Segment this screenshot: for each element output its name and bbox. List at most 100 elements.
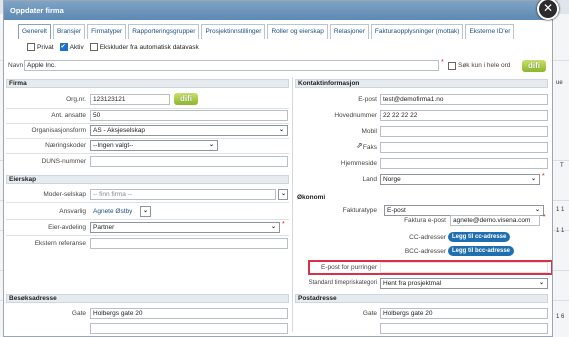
- privat-checkbox[interactable]: [27, 43, 35, 51]
- chevron-down-icon: ⌄: [534, 207, 540, 213]
- epost-input[interactable]: test@demofirma1.no: [380, 94, 548, 105]
- besok-section-header: Besøksadresse: [6, 294, 289, 303]
- cc-label: CC-adresser: [409, 234, 446, 241]
- timepris-value: Hent fra prosjektmal: [383, 280, 442, 287]
- dialog-title-bar: Oppdater firma: [4, 1, 552, 20]
- tab-rapporteringsgrupper[interactable]: Rapporteringsgrupper: [128, 24, 200, 39]
- land-select[interactable]: Norge ⌄: [380, 174, 540, 185]
- hovednr-input[interactable]: 22 22 22 22: [380, 110, 548, 121]
- hjemmeside-input[interactable]: [380, 158, 548, 169]
- row-divider: [6, 202, 289, 203]
- ansatte-label: Ant. ansatte: [51, 112, 86, 119]
- naering-value: --Ingen valgt--: [93, 142, 134, 149]
- moder-label: Moder-selskap: [43, 191, 86, 198]
- navn-input[interactable]: Apple Inc.: [24, 60, 439, 71]
- tab-bar: Generelt Bransjer Firmatyper Rapporterin…: [18, 24, 516, 39]
- moder-dropdown-button[interactable]: ⌄: [278, 189, 288, 200]
- dialog-title: Oppdater firma: [10, 6, 64, 15]
- tab-fakturaopplysninger[interactable]: Fakturaopplysninger (mottak): [370, 24, 464, 39]
- purringer-label: E-post for purringer: [321, 264, 377, 271]
- timepris-label: Standard timepriskategori: [308, 280, 377, 286]
- post-gate-input[interactable]: Holbergs gate 20: [380, 308, 548, 319]
- besok-gate-input[interactable]: Holbergs gate 20: [90, 308, 288, 319]
- tab-firmatyper[interactable]: Firmatyper: [87, 24, 127, 39]
- faks-input[interactable]: [380, 142, 548, 153]
- ansatte-input[interactable]: 50: [90, 110, 288, 121]
- duns-label: DUNS-nummer: [41, 158, 86, 165]
- ansvarlig-dropdown-button[interactable]: ⌄: [140, 206, 151, 217]
- post-gate2-input[interactable]: [380, 323, 548, 334]
- duns-input[interactable]: [90, 156, 288, 167]
- row-divider: [6, 123, 289, 124]
- ekstern-label: Ekstern referanse: [34, 240, 86, 247]
- row-divider: [6, 235, 289, 236]
- column-divider: [292, 77, 293, 332]
- ekskluder-checkbox[interactable]: [89, 43, 98, 51]
- row-divider: [6, 138, 289, 139]
- fakturatype-label: Fakturatype: [342, 207, 377, 214]
- orgform-value: AS - Aksjeselskap: [93, 127, 146, 134]
- aktiv-label: Aktiv: [69, 43, 84, 51]
- row-divider: [6, 153, 289, 154]
- purringer-input[interactable]: [380, 262, 548, 273]
- background-text: 1 6: [556, 314, 565, 320]
- orgnr-input[interactable]: 123123121: [90, 94, 170, 105]
- tab-roller-og-eierskap[interactable]: Roller og eierskap: [267, 24, 328, 39]
- chevron-down-icon: ⌄: [270, 224, 276, 230]
- ekskluder-label: Ekskluder fra automatisk datavask: [99, 43, 199, 51]
- ansvarlig-link[interactable]: Agnete Østby: [93, 208, 132, 215]
- mobil-input[interactable]: [380, 126, 548, 137]
- orgform-select[interactable]: AS - Aksjeselskap ⌄: [90, 125, 288, 136]
- moder-input[interactable]: -- finn firma --: [90, 189, 276, 200]
- post-section-header: Postadresse: [295, 294, 548, 303]
- chevron-down-icon: ⌄: [142, 208, 148, 214]
- hjemmeside-label: Hjemmeside: [340, 160, 377, 167]
- sok-checkbox[interactable]: [448, 62, 456, 70]
- besok-gate-label: Gate: [71, 310, 86, 317]
- tab-generelt[interactable]: Generelt: [18, 24, 51, 39]
- orgform-label: Organisasjonsform: [31, 127, 86, 134]
- eieravd-select[interactable]: Partner ⌄: [90, 222, 280, 233]
- tab-prosjektinnstillinger[interactable]: Prosjektinnstillinger: [201, 24, 266, 39]
- faktura-epost-input[interactable]: agnete@demo.visena.com: [450, 215, 540, 226]
- faks-label: Faks: [362, 144, 377, 151]
- update-company-dialog: Oppdater firma Generelt Bransjer Firmaty…: [3, 0, 553, 337]
- ansvarlig-label: Ansvarlig: [59, 208, 86, 215]
- ekstern-input[interactable]: [90, 238, 288, 249]
- chevron-down-icon: ⌄: [208, 142, 214, 148]
- background-text: 1 1: [556, 228, 565, 234]
- orgnr-label: Org.nr.: [66, 96, 86, 103]
- naering-label: Næringskoder: [45, 142, 86, 149]
- timepris-select[interactable]: Hent fra prosjektmal ⌄: [380, 278, 548, 289]
- bcc-label: BCC-adresser: [404, 248, 446, 255]
- difi-button[interactable]: difi: [522, 60, 546, 72]
- required-marker: *: [282, 221, 285, 228]
- chevron-down-icon: ⌄: [280, 191, 286, 197]
- tab-bransjer[interactable]: Bransjer: [52, 24, 86, 39]
- status-checkboxes: Privat Aktiv Ekskluder fra automatisk da…: [27, 43, 205, 51]
- tab-relasjoner[interactable]: Relasjoner: [329, 24, 369, 39]
- tab-eksterne-ider[interactable]: Eksterne ID'er: [465, 24, 515, 39]
- firma-section-header: Firma: [6, 79, 289, 88]
- fakturatype-value: E-post: [387, 207, 406, 214]
- add-bcc-button[interactable]: Legg til bcc-adresse: [448, 246, 515, 256]
- mobil-label: Mobil: [361, 128, 377, 135]
- post-gate-label: Gate: [362, 310, 377, 317]
- besok-gate2-input[interactable]: [90, 323, 288, 334]
- add-cc-button[interactable]: Legg til cc-adresse: [448, 232, 511, 242]
- land-label: Land: [362, 176, 377, 183]
- eieravd-value: Partner: [93, 224, 115, 231]
- required-marker: *: [542, 173, 545, 180]
- epost-label: E-post: [358, 96, 377, 103]
- naering-select[interactable]: --Ingen valgt-- ⌄: [90, 140, 218, 151]
- chevron-down-icon: ⌄: [278, 127, 284, 133]
- required-marker: *: [441, 59, 444, 66]
- kontakt-section-header: Kontaktinformasjon: [295, 79, 548, 88]
- background-text: T: [560, 163, 564, 169]
- difi-lookup-button[interactable]: difi: [174, 93, 198, 105]
- aktiv-checkbox[interactable]: [59, 43, 68, 51]
- privat-label: Privat: [37, 43, 54, 51]
- eieravd-label: Eier-avdeling: [48, 224, 86, 231]
- land-value: Norge: [383, 176, 401, 183]
- row-divider: [6, 219, 289, 220]
